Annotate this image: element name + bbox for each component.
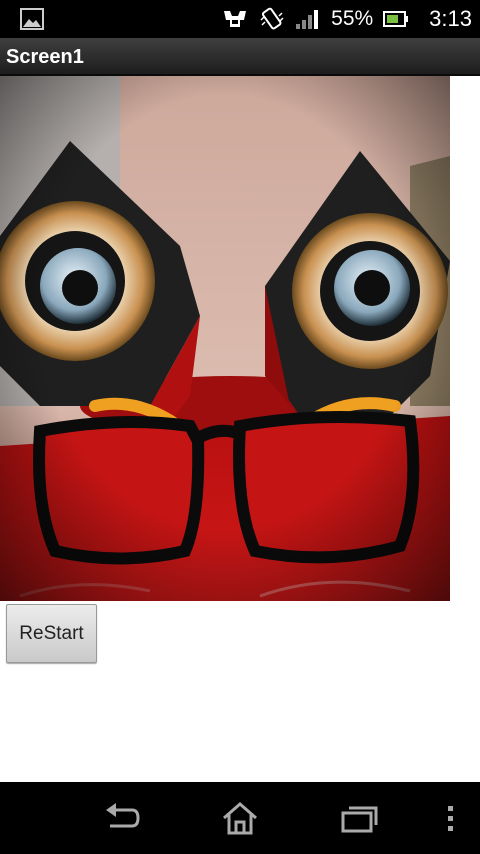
speakers-glasses-photo (0, 76, 450, 601)
restart-button[interactable]: ReStart (6, 604, 97, 663)
signal-icon (296, 10, 319, 29)
gallery-notification-icon (20, 8, 44, 30)
recent-apps-icon[interactable] (338, 800, 382, 836)
battery-icon (383, 11, 409, 27)
battery-percentage: 55% (331, 7, 374, 30)
title-bar: Screen1 (0, 38, 480, 76)
status-bar: 55% 3:13 (0, 0, 480, 38)
screen-title: Screen1 (6, 46, 84, 68)
vibrate-icon (260, 7, 284, 30)
overflow-menu-icon[interactable] (436, 800, 466, 836)
clock: 3:13 (429, 6, 472, 31)
usb-debug-icon (224, 11, 247, 27)
back-icon[interactable] (98, 800, 142, 836)
navigation-bar (0, 782, 480, 854)
home-icon[interactable] (218, 800, 262, 836)
